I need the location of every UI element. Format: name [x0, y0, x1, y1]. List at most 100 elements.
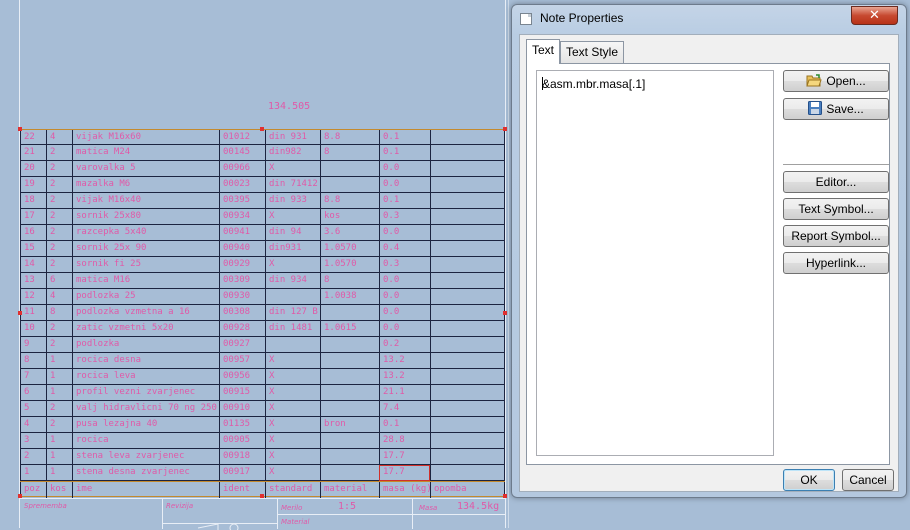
bom-cell: 16 [20, 225, 46, 241]
bom-row[interactable]: 22 4 vijak M16x60 01012 din 931 8.8 0.1 [20, 129, 505, 146]
bom-cell: 11 [20, 305, 46, 321]
selection-handle[interactable] [260, 127, 264, 131]
bom-row[interactable]: 9 2 podlozka 00927 0.2 [20, 337, 505, 353]
bom-cell: 1 [46, 433, 72, 449]
titleblock-scale: 1:5 [338, 501, 357, 512]
save-button[interactable]: Save... [783, 98, 889, 120]
bom-cell [265, 337, 320, 353]
bom-cell: kos [320, 209, 379, 225]
selection-handle[interactable] [18, 127, 22, 131]
bom-cell: 15 [20, 241, 46, 257]
bom-cell: 00023 [219, 177, 265, 193]
bom-cell [265, 289, 320, 305]
bom-cell: 00940 [219, 241, 265, 257]
bom-cell: din931 [265, 241, 320, 257]
selection-handle[interactable] [503, 311, 507, 315]
bom-cell: X [265, 465, 320, 481]
bom-row[interactable]: 21 2 matica M24 00145 din982 8 0.1 [20, 145, 505, 161]
bom-cell: 8 [20, 353, 46, 369]
bom-cell: 6 [20, 385, 46, 401]
floppy-save-icon [808, 101, 823, 121]
bom-row[interactable]: 5 2 valj hidravlicni 70 ng 250 00910 X 7.4 [20, 401, 505, 417]
bom-cell: X [265, 433, 320, 449]
bom-row[interactable]: 19 2 mazalka M6 00023 din 71412 0.0 [20, 177, 505, 193]
note-text-area[interactable]: &asm.mbr.masa[.1] [536, 70, 774, 456]
bom-row[interactable]: 3 1 rocica 00905 X 28.8 [20, 433, 505, 449]
bom-cell: 00957 [219, 353, 265, 369]
bom-row[interactable]: 18 2 vijak M16x40 00395 din 933 8.8 0.1 [20, 193, 505, 209]
titleblock-label-material: Material [281, 518, 310, 526]
bom-cell [320, 177, 379, 193]
bom-cell: 2 [46, 337, 72, 353]
bom-row[interactable]: 16 2 razcepka 5x40 00941 din 94 3.6 0.0 [20, 225, 505, 241]
bom-row[interactable]: 4 2 pusa lezajna 40 01135 Xbron 0.1 [20, 417, 505, 433]
bom-row[interactable]: 12 4 podlozka 25 00930 1.0038 0.0 [20, 289, 505, 305]
bom-cell: 00915 [219, 385, 265, 401]
close-button[interactable]: ✕ [851, 6, 898, 25]
dialog-titlebar[interactable]: Note Properties ✕ [512, 5, 906, 33]
bom-cell: 2 [46, 161, 72, 177]
bom-cell: zatic vzmetni 5x20 [72, 321, 219, 337]
bom-cell: rocica [72, 433, 219, 449]
bom-row[interactable]: 17 2 sornik 25x80 00934 Xkos 0.3 [20, 209, 505, 225]
bom-cell: din 127 B [265, 305, 320, 321]
bom-row[interactable]: 7 1 rocica leva 00956 X 13.2 [20, 369, 505, 385]
bom-row[interactable]: 20 2 varovalka 5 00966 X 0.0 [20, 161, 505, 177]
bom-cell: 0.1 [379, 193, 430, 209]
bom-row[interactable]: 14 2 sornik fi 25 00929 X 1.0570 0.3 [20, 257, 505, 273]
bom-cell: 00966 [219, 161, 265, 177]
bom-cell [320, 305, 379, 321]
bom-cell: 1.0570 [320, 257, 379, 273]
note-properties-dialog[interactable]: Note Properties ✕ Text Text Style &asm.m… [511, 4, 907, 498]
text-symbol-button[interactable]: Text Symbol... [783, 198, 889, 220]
titleblock-mass: 134.5kg [457, 501, 500, 512]
bom-cell: 21 [20, 145, 46, 161]
selection-handle[interactable] [18, 311, 22, 315]
assembly-mass-note[interactable]: 134.505 [268, 101, 310, 112]
hyperlink-button[interactable]: Hyperlink... [783, 252, 889, 274]
tab-text-style[interactable]: Text Style [560, 41, 625, 63]
selection-handle[interactable] [503, 127, 507, 131]
bom-cell [320, 337, 379, 353]
bom-cell: din 71412 [265, 177, 320, 193]
bom-row[interactable]: 2 1 stena leva zvarjenec 00918 X 17.7 [20, 449, 505, 465]
bom-row[interactable]: 8 1 rocica desna 00957 X 13.2 [20, 353, 505, 369]
bom-cell: 01012 [219, 130, 265, 146]
bom-cell: 18 [20, 193, 46, 209]
bom-row[interactable]: 13 6 matica M16 00309 din 934 8 0.0 [20, 273, 505, 289]
bom-cell: 4 [46, 289, 72, 305]
bom-cell: 1.0570 [320, 241, 379, 257]
bom-cell: 2 [46, 257, 72, 273]
bom-cell [430, 145, 505, 161]
bom-header-cell: ime [72, 482, 219, 498]
bom-cell [430, 193, 505, 209]
report-symbol-button[interactable]: Report Symbol... [783, 225, 889, 247]
tab-text[interactable]: Text [526, 39, 561, 64]
bom-cell: 10 [20, 321, 46, 337]
bom-row[interactable]: 10 2 zatic vzmetni 5x20 00928 din 1481 1.0615… [20, 321, 505, 337]
bom-table[interactable]: 22 4 vijak M16x60 01012 din 931 8.8 0.1 21 2 mati… [20, 129, 505, 498]
bom-row[interactable]: 15 2 sornik 25x 90 00940 din931 1.0570 0.4 [20, 241, 505, 257]
bom-cell: 4 [20, 417, 46, 433]
bom-cell [430, 130, 505, 146]
editor-button[interactable]: Editor... [783, 171, 889, 193]
dialog-title: Note Properties [540, 11, 624, 25]
open-button[interactable]: Open... [783, 70, 889, 92]
bom-header-cell: ident [219, 482, 265, 498]
bom-row[interactable]: 11 8 podlozka vzmetna a 16 00308 din 127 B 0.… [20, 305, 505, 321]
bom-cell [430, 401, 505, 417]
button-separator [783, 164, 889, 166]
cancel-button[interactable]: Cancel [842, 469, 894, 491]
bom-cell: 17.7 [379, 465, 430, 481]
bom-cell: 13.2 [379, 353, 430, 369]
bom-cell: X [265, 369, 320, 385]
bom-cell [320, 369, 379, 385]
sheet-edge-line [508, 0, 509, 528]
bom-row[interactable]: 1 1 stena desna zvarjenec 00917 X 17.7 [20, 465, 505, 481]
bom-row[interactable]: 6 1 profil vezni zvarjenec 00915 X 21.1 [20, 385, 505, 401]
bom-cell: din 1481 [265, 321, 320, 337]
bom-cell: rocica leva [72, 369, 219, 385]
ok-button[interactable]: OK [783, 469, 835, 491]
bom-cell: 00918 [219, 449, 265, 465]
bom-cell: 1 [20, 465, 46, 481]
